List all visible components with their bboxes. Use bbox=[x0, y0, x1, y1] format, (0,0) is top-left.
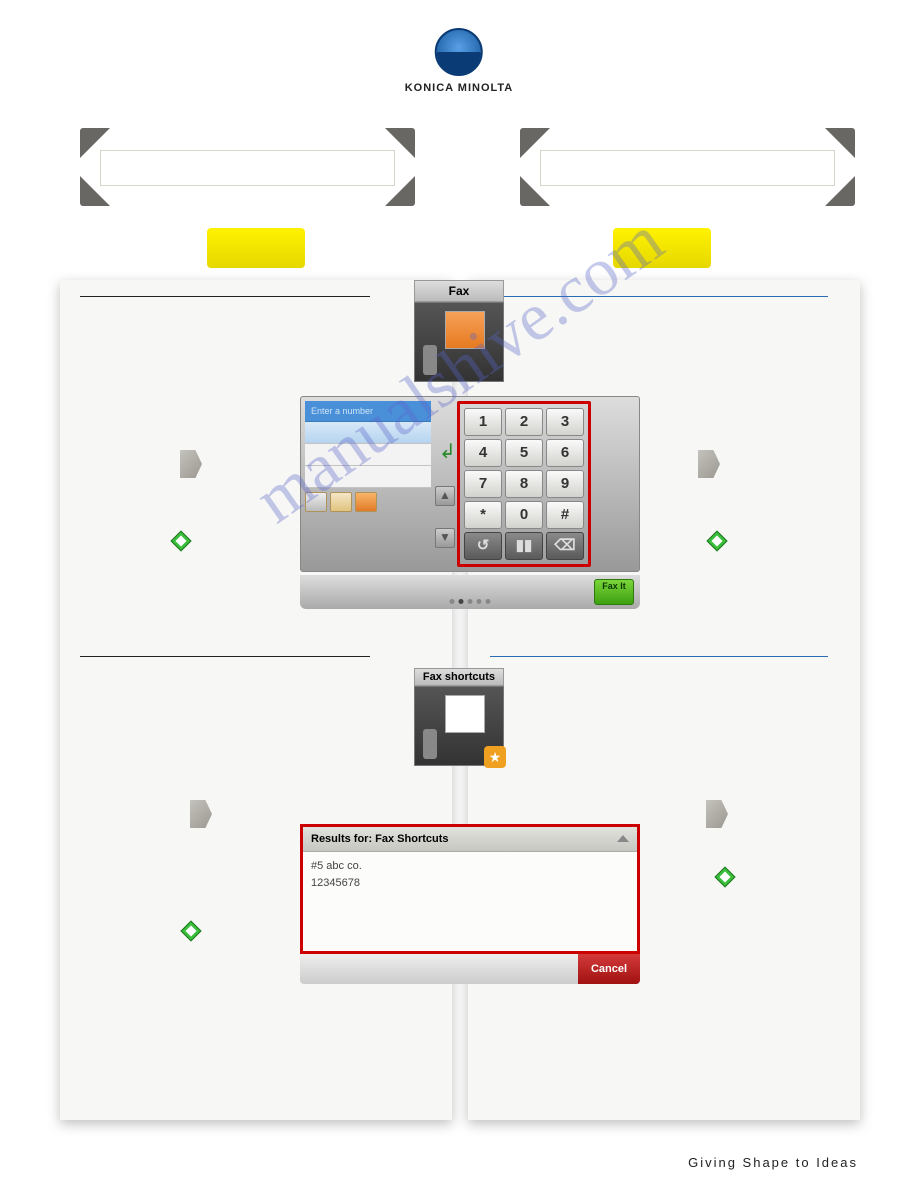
section-divider bbox=[80, 656, 370, 657]
recipient-row[interactable] bbox=[305, 466, 431, 488]
number-input[interactable]: Enter a number bbox=[305, 401, 431, 422]
scroll-down-button[interactable]: ▼ bbox=[435, 528, 455, 548]
key-2[interactable]: 2 bbox=[505, 408, 543, 436]
results-panel: Results for: Fax Shortcuts #5 abc co. 12… bbox=[300, 824, 640, 984]
key-redial[interactable]: ↺ bbox=[464, 532, 502, 560]
results-header[interactable]: Results for: Fax Shortcuts bbox=[303, 827, 637, 852]
key-6[interactable]: 6 bbox=[546, 439, 584, 467]
step-arrow-icon bbox=[190, 800, 212, 828]
key-9[interactable]: 9 bbox=[546, 470, 584, 498]
scroll-up-button[interactable]: ▲ bbox=[435, 486, 455, 506]
key-0[interactable]: 0 bbox=[505, 501, 543, 529]
recipient-row[interactable] bbox=[305, 444, 431, 466]
fax-it-button[interactable]: Fax It bbox=[594, 579, 634, 605]
numeric-keypad: 1 2 3 4 5 6 7 8 9 * 0 # ↺ ▮▮ ⌫ bbox=[457, 401, 591, 567]
fax-machine-icon: ★ bbox=[414, 686, 504, 766]
section-divider bbox=[490, 656, 828, 657]
search-tab-icon[interactable] bbox=[330, 492, 352, 512]
step-arrow-icon bbox=[706, 800, 728, 828]
key-1[interactable]: 1 bbox=[464, 408, 502, 436]
favorites-tab-icon[interactable] bbox=[305, 492, 327, 512]
step-arrow-icon bbox=[698, 450, 720, 478]
key-star[interactable]: * bbox=[464, 501, 502, 529]
key-5[interactable]: 5 bbox=[505, 439, 543, 467]
start-icon bbox=[714, 866, 736, 893]
fax-app-tile[interactable]: Fax bbox=[414, 280, 504, 382]
start-icon bbox=[706, 530, 728, 557]
key-hash[interactable]: # bbox=[546, 501, 584, 529]
fax-keypad-panel: Enter a number ↲ ▲ ▼ 1 2 3 4 5 6 7 bbox=[300, 396, 640, 609]
fax-shortcuts-title: Fax shortcuts bbox=[414, 668, 504, 686]
key-3[interactable]: 3 bbox=[546, 408, 584, 436]
start-icon bbox=[170, 530, 192, 557]
step-arrow-icon bbox=[180, 450, 202, 478]
enter-arrow-icon[interactable]: ↲ bbox=[439, 439, 457, 464]
highlight-tag bbox=[207, 228, 305, 268]
cancel-button[interactable]: Cancel bbox=[578, 954, 640, 984]
fax-app-title: Fax bbox=[414, 280, 504, 302]
fax-machine-icon bbox=[414, 302, 504, 382]
key-7[interactable]: 7 bbox=[464, 470, 502, 498]
start-icon bbox=[180, 920, 202, 947]
brand-name: KONICA MINOLTA bbox=[405, 82, 514, 94]
sort-up-icon[interactable] bbox=[617, 835, 629, 842]
recipient-row[interactable] bbox=[305, 422, 431, 444]
document-tab-icon[interactable] bbox=[355, 492, 377, 512]
key-4[interactable]: 4 bbox=[464, 439, 502, 467]
result-row[interactable]: #5 abc co. bbox=[311, 858, 629, 875]
fax-shortcuts-tile[interactable]: Fax shortcuts ★ bbox=[414, 668, 504, 766]
pager-dots bbox=[450, 599, 491, 604]
section-divider bbox=[80, 296, 370, 297]
result-row[interactable]: 12345678 bbox=[311, 875, 629, 892]
header-frame-right bbox=[520, 128, 855, 206]
key-backspace[interactable]: ⌫ bbox=[546, 532, 584, 560]
brand-logo: KONICA MINOLTA bbox=[405, 28, 514, 94]
footer-tagline: Giving Shape to Ideas bbox=[688, 1155, 858, 1170]
header-frame-left bbox=[80, 128, 415, 206]
logo-mark-icon bbox=[435, 28, 483, 76]
key-8[interactable]: 8 bbox=[505, 470, 543, 498]
key-pause[interactable]: ▮▮ bbox=[505, 532, 543, 560]
star-badge-icon: ★ bbox=[484, 746, 506, 768]
highlight-tag bbox=[613, 228, 711, 268]
section-divider bbox=[490, 296, 828, 297]
